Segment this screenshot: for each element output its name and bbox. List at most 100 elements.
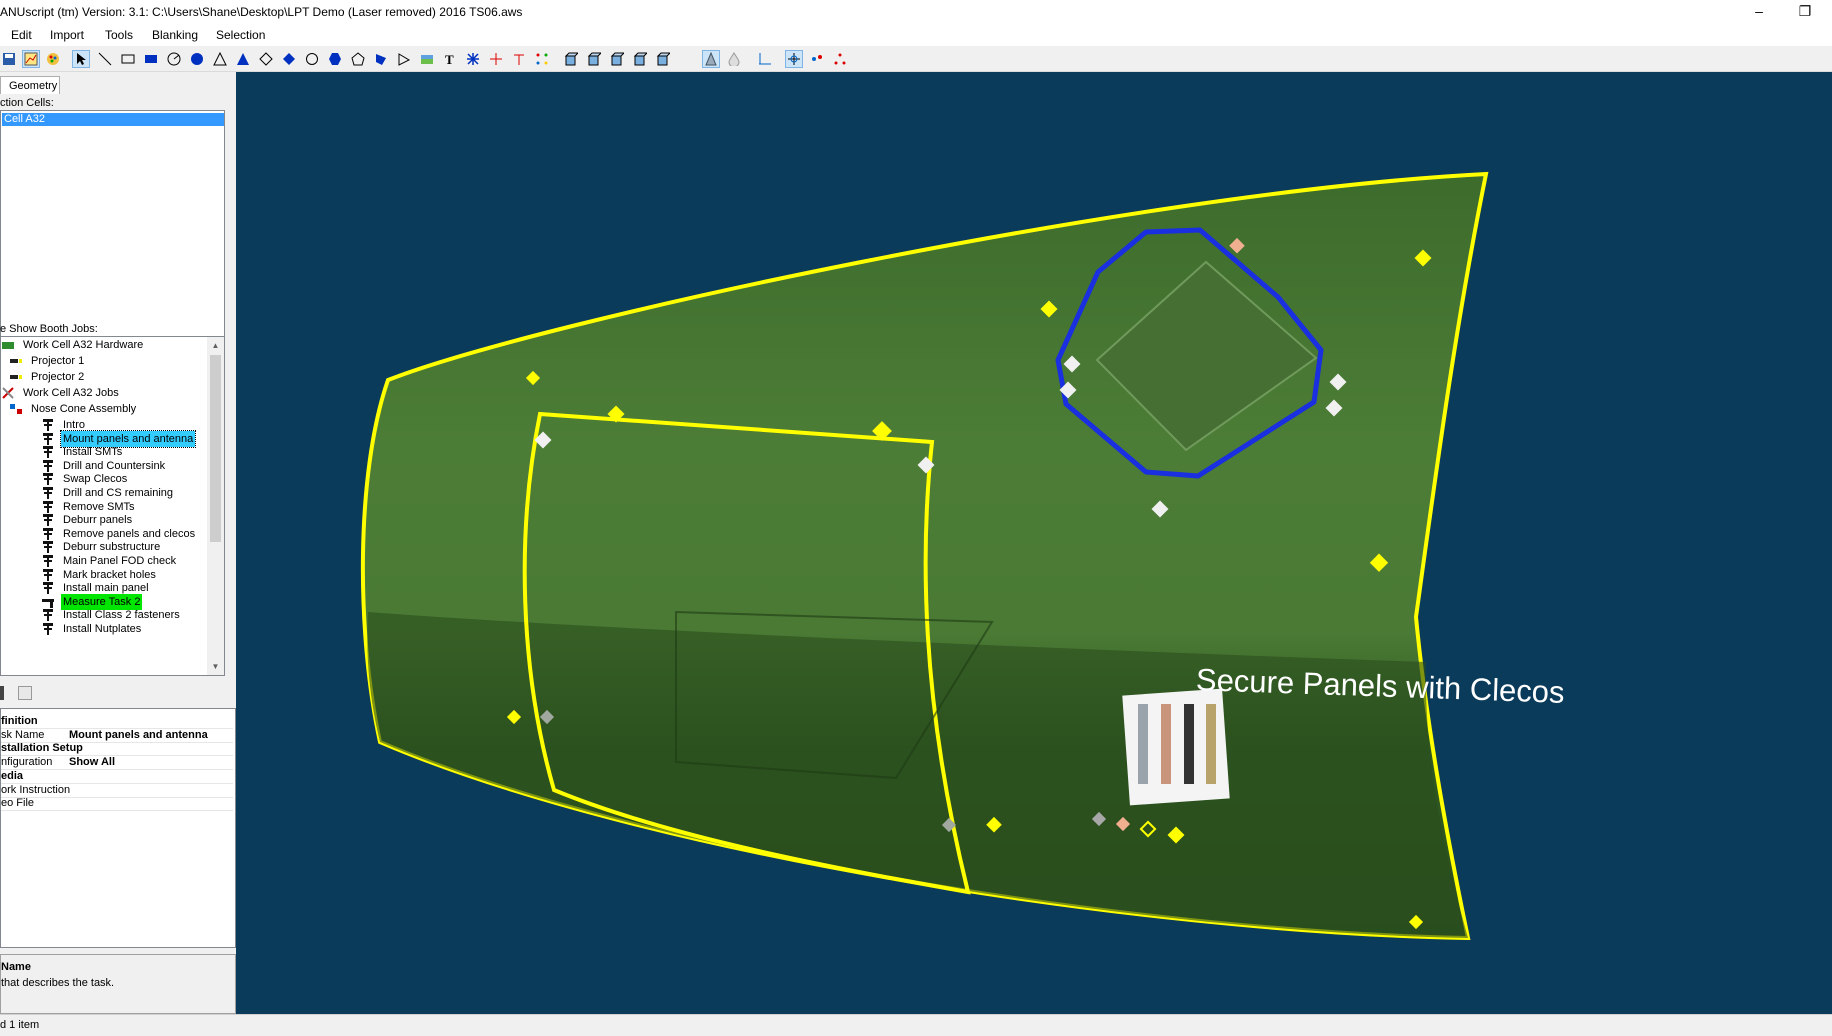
hexagon-icon[interactable] <box>303 50 321 68</box>
scroll-up-icon[interactable]: ▲ <box>207 337 224 354</box>
toolbar: T <box>0 46 1832 72</box>
drop-icon[interactable] <box>725 50 743 68</box>
property-value[interactable]: Mount panels and antenna <box>69 729 208 741</box>
minimize-button[interactable]: – <box>1736 0 1782 24</box>
crosshair-icon[interactable] <box>487 50 505 68</box>
tree-item-label: Work Cell A32 Hardware <box>23 339 144 351</box>
filled-triangle-icon[interactable] <box>234 50 252 68</box>
task-icon <box>41 459 55 473</box>
tree-item-label: Install Nutplates <box>63 623 142 635</box>
scroll-down-icon[interactable]: ▼ <box>207 658 224 675</box>
lower-band <box>367 612 1468 938</box>
palette-icon[interactable] <box>44 50 62 68</box>
property-row[interactable]: eo File <box>1 795 233 812</box>
task-icon <box>41 445 55 459</box>
property-value[interactable]: Show All <box>69 756 115 768</box>
pentagon-icon[interactable] <box>349 50 367 68</box>
tree-scrollbar[interactable]: ▲ ▼ <box>207 337 224 675</box>
task-icon <box>41 622 55 636</box>
menu-blanking[interactable]: Blanking <box>152 28 198 42</box>
svg-text:T: T <box>445 52 454 66</box>
projector-beam-icon[interactable] <box>702 50 720 68</box>
jobs-label: e Show Booth Jobs: <box>0 323 98 335</box>
polygon-icon[interactable] <box>395 50 413 68</box>
task-icon <box>41 554 55 568</box>
projector-icon <box>9 354 23 368</box>
image-icon[interactable] <box>418 50 436 68</box>
diamond-icon[interactable] <box>257 50 275 68</box>
filled-circle-icon[interactable] <box>188 50 206 68</box>
clecos-image <box>1122 688 1230 806</box>
task-icon <box>41 500 55 514</box>
description-text: that describes the task. <box>1 977 115 989</box>
property-key: sk Name <box>1 728 45 741</box>
sort-icon[interactable] <box>0 686 4 700</box>
tab-geometry[interactable]: Geometry <box>0 76 60 94</box>
tree-item-label: Projector 1 <box>31 355 85 367</box>
menu-bar: Edit Import Tools Blanking Selection <box>0 24 1832 46</box>
circle-arc-icon[interactable] <box>165 50 183 68</box>
save-icon[interactable] <box>0 50 18 68</box>
menu-selection[interactable]: Selection <box>216 28 265 42</box>
description-panel: Name that describes the task. <box>0 954 236 1014</box>
property-key: eo File <box>1 797 35 810</box>
select-arrow-icon[interactable] <box>72 50 90 68</box>
nose-cone-model[interactable] <box>236 72 1832 1014</box>
menu-import[interactable]: Import <box>50 28 84 42</box>
menu-tools[interactable]: Tools <box>105 28 133 42</box>
filled-hexagon-icon[interactable] <box>326 50 344 68</box>
cube-top-icon[interactable] <box>585 50 603 68</box>
cell-item[interactable]: Cell A32 <box>2 113 224 126</box>
property-key: nfiguration <box>1 756 53 769</box>
filled-rectangle-icon[interactable] <box>142 50 160 68</box>
task-icon <box>41 486 55 500</box>
status-text: d 1 item <box>0 1019 40 1031</box>
cube-side-icon[interactable] <box>608 50 626 68</box>
align-icon[interactable] <box>808 50 826 68</box>
measure-icon <box>41 595 55 609</box>
asterisk-icon[interactable] <box>464 50 482 68</box>
chart-icon[interactable] <box>22 50 40 68</box>
task-icon <box>41 581 55 595</box>
assembly-icon <box>9 402 23 416</box>
cube-iso-icon[interactable] <box>631 50 649 68</box>
triangle-icon[interactable] <box>211 50 229 68</box>
crosshair-target-icon[interactable] <box>785 50 803 68</box>
task-icon <box>41 527 55 541</box>
task-icon <box>41 432 55 446</box>
restore-button[interactable]: ❐ <box>1782 0 1828 24</box>
line-icon[interactable] <box>96 50 114 68</box>
frame-icon[interactable] <box>756 50 774 68</box>
property-pages-icon[interactable] <box>18 686 32 700</box>
cube-back-icon[interactable] <box>654 50 672 68</box>
task-icon <box>41 568 55 582</box>
3d-viewport[interactable]: Secure Panels with Clecos <box>236 72 1832 1014</box>
text-tool-icon[interactable]: T <box>441 50 459 68</box>
menu-edit[interactable]: Edit <box>11 28 32 42</box>
property-key: stallation Setup <box>1 742 83 755</box>
task-icon <box>41 418 55 432</box>
task-icon <box>41 540 55 554</box>
filled-diamond-icon[interactable] <box>280 50 298 68</box>
cube-front-icon[interactable] <box>562 50 580 68</box>
rectangle-icon[interactable] <box>119 50 137 68</box>
title-bar: ANUscript (tm) Version: 3.1: C:\Users\Sh… <box>0 0 1832 24</box>
tree-item-label: Projector 2 <box>31 371 85 383</box>
tree-item-label: Work Cell A32 Jobs <box>23 387 119 399</box>
scroll-thumb[interactable] <box>210 355 221 542</box>
filled-polygon-icon[interactable] <box>372 50 390 68</box>
hardware-icon <box>1 338 15 352</box>
jobs-tree[interactable]: Work Cell A32 Hardware Projector 1 Project… <box>0 336 225 676</box>
task-icon <box>41 608 55 622</box>
measure-marker-icon[interactable] <box>510 50 528 68</box>
property-grid: finition sk Name Mount panels and antenna s… <box>0 708 236 948</box>
description-title: Name <box>1 961 31 973</box>
left-panel: Geometry ction Cells: Cell A32 e Show Bo… <box>0 72 236 1014</box>
points-icon[interactable] <box>533 50 551 68</box>
tree-item-label: Nose Cone Assembly <box>31 403 137 415</box>
task-icon <box>41 472 55 486</box>
property-key: edia <box>1 769 24 782</box>
property-key: ork Instruction <box>1 783 71 796</box>
tools-icon <box>1 386 15 400</box>
points-red-icon[interactable] <box>831 50 849 68</box>
